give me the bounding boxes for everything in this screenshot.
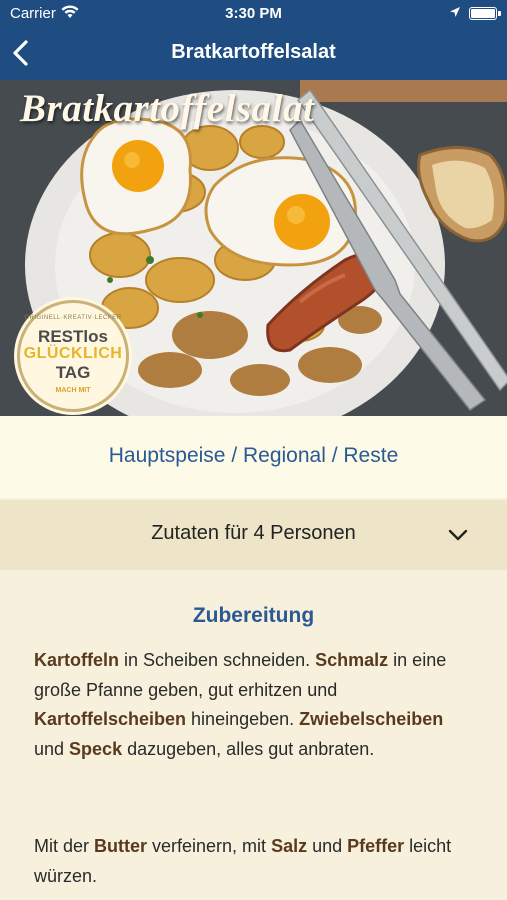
battery-icon [469, 7, 501, 20]
restlos-gluecklich-badge: ORIGINELL·KREATIV·LECKER RESTlos GLÜCKLI… [17, 300, 129, 412]
ingredient-highlight: Butter [94, 836, 148, 856]
instruction-text: dazugeben, alles gut anbraten. [122, 738, 375, 759]
instruction-text: in Scheiben schneiden. [119, 650, 316, 670]
instruction-text: und [307, 836, 348, 856]
ingredient-highlight: Kartoffeln [34, 650, 119, 670]
preparation-step-2: Mit der Butter verfeinern, mit Salz und … [34, 832, 474, 891]
preparation-heading: Zubereitung [192, 604, 315, 627]
instruction-text: hineingeben. [186, 709, 300, 729]
status-bar: Carrier 3:30 PM [0, 0, 507, 28]
chevron-down-icon [448, 529, 468, 541]
page-title: Bratkartoffelsalat [171, 41, 336, 63]
preparation-step-1: Kartoffeln in Scheiben schneiden. Schmal… [34, 646, 474, 764]
status-time: 3:30 PM [225, 5, 282, 22]
ingredient-highlight: Kartoffelscheiben [34, 709, 187, 729]
instruction-text: Mit der [34, 836, 95, 856]
preparation-section: Zubereitung Kartoffeln in Scheiben schne… [0, 570, 507, 900]
hero-overlay-title: Bratkartoffelsalat [20, 87, 315, 130]
ingredient-highlight: Pfeffer [347, 836, 405, 856]
ingredient-highlight: Zwiebelscheiben [299, 709, 444, 729]
ingredients-label: Zutaten für 4 Personen [151, 522, 356, 544]
instruction-text: und [34, 738, 70, 759]
location-arrow-icon [450, 7, 460, 17]
instruction-text: verfeinern, mit [147, 836, 272, 856]
categories-label: Hauptspeise / Regional / Reste [108, 444, 399, 467]
ingredient-highlight: Salz [271, 836, 308, 856]
ingredients-toggle[interactable]: Zutaten für 4 Personen [0, 500, 507, 570]
ingredient-highlight: Schmalz [315, 650, 389, 670]
navigation-bar: Bratkartoffelsalat [0, 28, 507, 80]
ingredient-highlight: Speck [69, 738, 123, 759]
recipe-categories: Hauptspeise / Regional / Reste [0, 416, 507, 498]
